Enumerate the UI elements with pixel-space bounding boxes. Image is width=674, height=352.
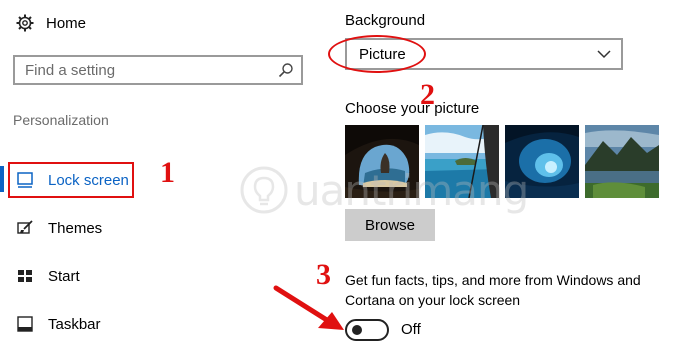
- picture-thumbnail[interactable]: [585, 125, 659, 198]
- annotation-arrow-icon: [273, 285, 344, 330]
- lock-screen-icon: [17, 172, 33, 188]
- sidebar-item-themes[interactable]: Themes: [16, 213, 102, 243]
- sidebar-item-label: Taskbar: [48, 315, 101, 333]
- search-icon: [278, 63, 293, 78]
- chevron-down-icon: [597, 50, 611, 59]
- watermark-text: uantrimang: [294, 165, 529, 215]
- lightbulb-icon: [240, 166, 288, 214]
- toggle-knob: [352, 325, 362, 335]
- sidebar-item-label: Start: [48, 267, 80, 285]
- search-placeholder: Find a setting: [25, 61, 116, 79]
- highlight-oval-dropdown: [328, 35, 426, 73]
- choose-picture-label: Choose your picture: [345, 100, 480, 117]
- taskbar-icon: [17, 316, 33, 332]
- home-label: Home: [46, 14, 87, 32]
- home-nav-item[interactable]: Home: [16, 12, 86, 34]
- sidebar-item-label: Themes: [48, 219, 103, 237]
- fun-facts-description: Get fun facts, tips, and more from Windo…: [345, 272, 641, 308]
- sidebar-item-label: Lock screen: [48, 171, 129, 189]
- start-grid-icon: [18, 270, 32, 282]
- active-indicator: [0, 166, 4, 192]
- fun-facts-toggle[interactable]: [345, 319, 389, 341]
- sidebar-item-taskbar[interactable]: Taskbar: [16, 309, 101, 339]
- toggle-state-label: Off: [401, 321, 421, 338]
- sidebar-item-lock-screen[interactable]: Lock screen: [16, 165, 129, 195]
- gear-icon: [16, 14, 34, 32]
- section-heading: Personalization: [13, 112, 109, 128]
- annotation-number-1: 1: [160, 156, 175, 189]
- browse-button[interactable]: Browse: [345, 209, 435, 241]
- mountain-lake-image: [585, 125, 659, 198]
- sidebar-item-start[interactable]: Start: [16, 261, 80, 291]
- search-input[interactable]: Find a setting: [13, 55, 303, 85]
- paintbrush-icon: [17, 220, 33, 234]
- background-label: Background: [345, 12, 426, 29]
